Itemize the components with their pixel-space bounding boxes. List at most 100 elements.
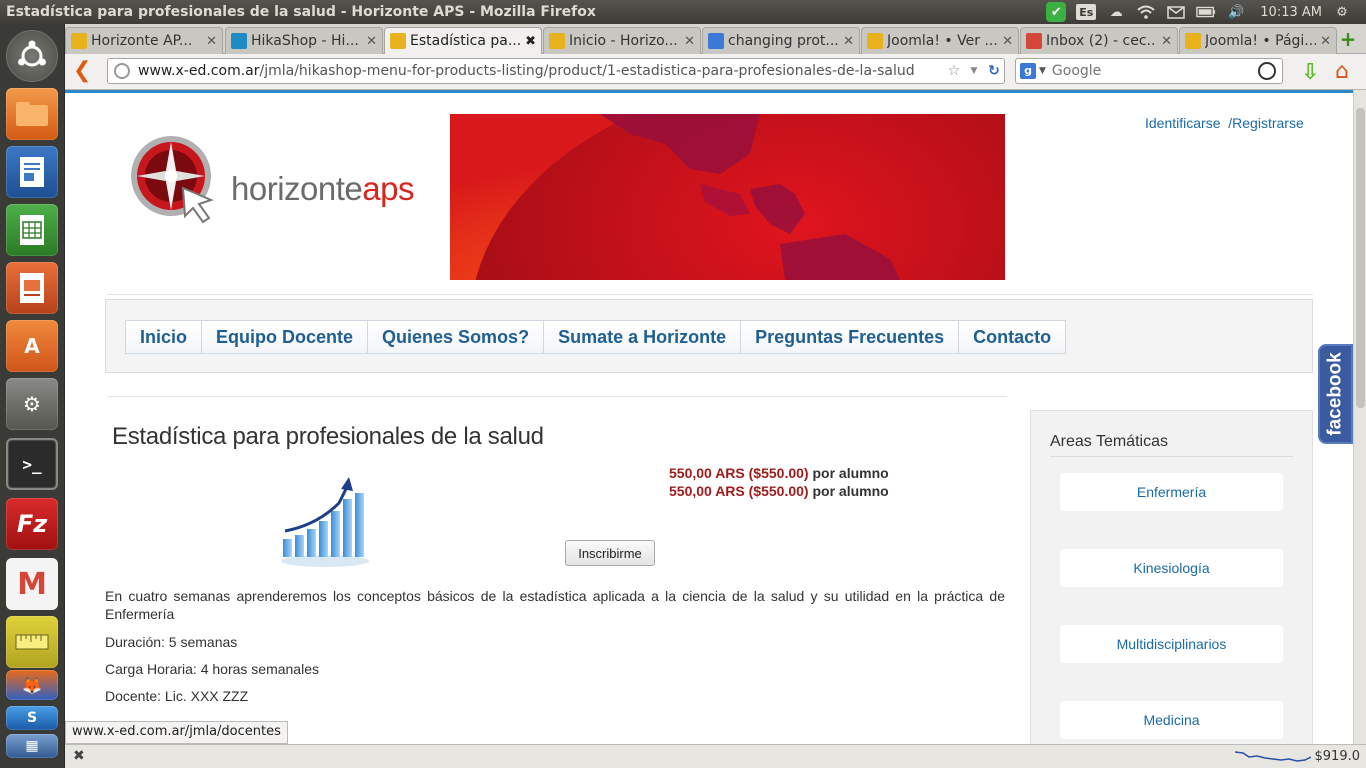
category-enfermeria[interactable]: Enfermería xyxy=(1060,473,1283,511)
ticker-graph-icon xyxy=(1234,751,1311,762)
update-check-icon[interactable]: ✔ xyxy=(1046,2,1067,22)
new-tab-button[interactable]: + xyxy=(1336,28,1360,50)
calc-icon[interactable] xyxy=(6,204,58,256)
volume-icon[interactable]: 🔊 xyxy=(1226,4,1246,20)
software-center-icon[interactable]: A xyxy=(6,320,58,372)
system-settings-icon[interactable]: ⚙ xyxy=(6,378,58,430)
menu-item-sumate[interactable]: Sumate a Horizonte xyxy=(544,321,742,353)
page-viewport: Identificarse /Registrarse horizonteaps xyxy=(65,90,1353,744)
site-logo[interactable]: horizonteaps xyxy=(125,130,425,230)
joomla-favicon-icon xyxy=(867,33,883,49)
home-icon[interactable]: ⌂ xyxy=(1335,59,1349,84)
ruler-app-icon[interactable] xyxy=(6,616,58,668)
header-banner: horizonteaps xyxy=(107,114,1005,302)
google-favicon-icon xyxy=(708,33,724,49)
facebook-tab[interactable]: facebook xyxy=(1318,344,1353,444)
product-title: Estadística para profesionales de la sal… xyxy=(112,423,544,450)
tab-close-icon[interactable]: ✕ xyxy=(684,34,695,49)
menu-item-contacto[interactable]: Contacto xyxy=(959,321,1066,353)
content-divider xyxy=(107,396,1007,397)
reload-icon[interactable]: ↻ xyxy=(984,63,1004,79)
gmail-icon[interactable]: M xyxy=(6,558,58,610)
main-menu: Inicio Equipo Docente Quienes Somos? Sum… xyxy=(105,299,1313,373)
dash-home-icon[interactable] xyxy=(6,30,58,82)
tab-hikashop[interactable]: HikaShop - Hi... ✕ xyxy=(225,27,383,54)
price-line: 550,00 ARS ($550.00) por alumno xyxy=(669,465,889,481)
search-icon[interactable] xyxy=(1258,62,1276,80)
window-title: Estadística para profesionales de la sal… xyxy=(6,4,596,20)
menu-item-preguntas-frecuentes[interactable]: Preguntas Frecuentes xyxy=(741,321,960,353)
tab-bar: Horizonte AP... ✕ HikaShop - Hi... ✕ Est… xyxy=(65,24,1366,54)
link-preview-status: www.x-ed.com.ar/jmla/docentes xyxy=(65,721,288,744)
top-panel: Estadística para profesionales de la sal… xyxy=(0,0,1366,24)
tab-joomla-ver[interactable]: Joomla! • Ver ... ✕ xyxy=(861,27,1019,54)
enroll-button[interactable]: Inscribirme xyxy=(565,540,655,566)
joomla-favicon-icon xyxy=(390,33,406,49)
download-icon[interactable]: ⇩ xyxy=(1301,60,1319,85)
menu-item-inicio[interactable]: Inicio xyxy=(126,321,203,353)
product-duration: Duración: 5 semanas xyxy=(105,634,238,650)
filezilla-icon[interactable]: Fz xyxy=(6,498,58,550)
signin-link[interactable]: Identificarse xyxy=(1145,115,1220,131)
tab-close-icon[interactable]: ✕ xyxy=(1002,34,1013,49)
terminal-icon[interactable]: >_ xyxy=(6,438,58,490)
scroll-thumb[interactable] xyxy=(1356,108,1365,408)
system-tray: ✔ Es ☁ 🔊 10:13 AM ⚙ xyxy=(1046,2,1366,22)
search-input[interactable] xyxy=(1051,63,1258,79)
tab-close-icon[interactable]: ✕ xyxy=(1161,34,1172,49)
firefox-window: Horizonte AP... ✕ HikaShop - Hi... ✕ Est… xyxy=(65,24,1366,768)
areas-sidebar: Areas Temáticas Enfermería Kinesiología … xyxy=(1030,410,1313,744)
skype-icon[interactable]: S xyxy=(6,706,58,730)
tab-horizonte-aps[interactable]: Horizonte AP... ✕ xyxy=(65,27,223,54)
tab-close-icon[interactable]: ✕ xyxy=(206,34,217,49)
mail-icon[interactable] xyxy=(1166,4,1186,20)
tab-inbox[interactable]: Inbox (2) - cec... ✕ xyxy=(1020,27,1178,54)
page-scrollbar[interactable] xyxy=(1353,90,1366,744)
tab-inicio-horizonte[interactable]: Inicio - Horizo... ✕ xyxy=(543,27,701,54)
tab-changing-prot[interactable]: changing prot... ✕ xyxy=(702,27,860,54)
back-button[interactable]: ❮ xyxy=(73,59,97,85)
workspace-switcher-icon[interactable]: ▦ xyxy=(6,734,58,758)
impress-icon[interactable] xyxy=(6,262,58,314)
search-bar[interactable]: g ▼ xyxy=(1015,58,1283,84)
menu-item-quienes-somos[interactable]: Quienes Somos? xyxy=(368,321,545,353)
files-icon[interactable] xyxy=(6,88,58,140)
menu-item-equipo-docente[interactable]: Equipo Docente xyxy=(202,321,369,353)
close-addon-bar-icon[interactable]: ✖ xyxy=(73,748,85,764)
category-multidisciplinarios[interactable]: Multidisciplinarios xyxy=(1060,625,1283,663)
history-dropdown-icon[interactable]: ▼ xyxy=(964,66,984,76)
banner-world-map xyxy=(450,114,1005,280)
site-identity-icon[interactable] xyxy=(114,63,130,79)
category-medicina[interactable]: Medicina xyxy=(1060,701,1283,739)
tab-close-icon[interactable]: ✕ xyxy=(843,34,854,49)
writer-icon[interactable] xyxy=(6,146,58,198)
bookmark-star-icon[interactable]: ☆ xyxy=(944,63,964,79)
price-line: 550,00 ARS ($550.00) por alumno xyxy=(669,483,889,499)
tab-estadistica[interactable]: Estadística pa... ✖ xyxy=(384,27,542,54)
tab-joomla-pagi[interactable]: Joomla! • Pági... ✕ xyxy=(1179,27,1337,54)
navigation-bar: ❮ www.x-ed.com.ar/jmla/hikashop-menu-for… xyxy=(65,54,1366,90)
tab-close-icon[interactable]: ✕ xyxy=(1320,34,1331,49)
google-engine-icon[interactable]: g xyxy=(1020,63,1036,79)
search-engine-dropdown-icon[interactable]: ▼ xyxy=(1039,66,1046,76)
launcher: A ⚙ >_ Fz M 🦊 S ▦ xyxy=(0,24,65,768)
clock[interactable]: 10:13 AM xyxy=(1260,5,1322,20)
url-text[interactable]: www.x-ed.com.ar/jmla/hikashop-menu-for-p… xyxy=(138,63,944,79)
joomla-favicon-icon xyxy=(549,33,565,49)
register-link[interactable]: /Registrarse xyxy=(1228,115,1303,131)
firefox-icon[interactable]: 🦊 xyxy=(6,670,58,700)
logo-wordmark: horizonteaps xyxy=(231,170,414,207)
tab-close-icon[interactable]: ✕ xyxy=(366,34,377,49)
category-kinesiologia[interactable]: Kinesiología xyxy=(1060,549,1283,587)
tab-close-icon[interactable]: ✖ xyxy=(525,34,536,49)
keyboard-layout-indicator[interactable]: Es xyxy=(1076,4,1097,20)
cloud-icon[interactable]: ☁ xyxy=(1106,4,1126,20)
power-gear-icon[interactable]: ⚙ xyxy=(1332,4,1352,20)
url-bar[interactable]: www.x-ed.com.ar/jmla/hikashop-menu-for-p… xyxy=(107,58,1005,84)
battery-icon[interactable] xyxy=(1196,4,1216,20)
ticker-value: $919.0 xyxy=(1314,748,1361,764)
login-links: Identificarse /Registrarse xyxy=(1145,115,1304,131)
wifi-icon[interactable] xyxy=(1136,4,1156,20)
product-hours: Carga Horaria: 4 horas semanales xyxy=(105,661,319,677)
price-ticker[interactable]: $919.0 xyxy=(1234,748,1361,764)
